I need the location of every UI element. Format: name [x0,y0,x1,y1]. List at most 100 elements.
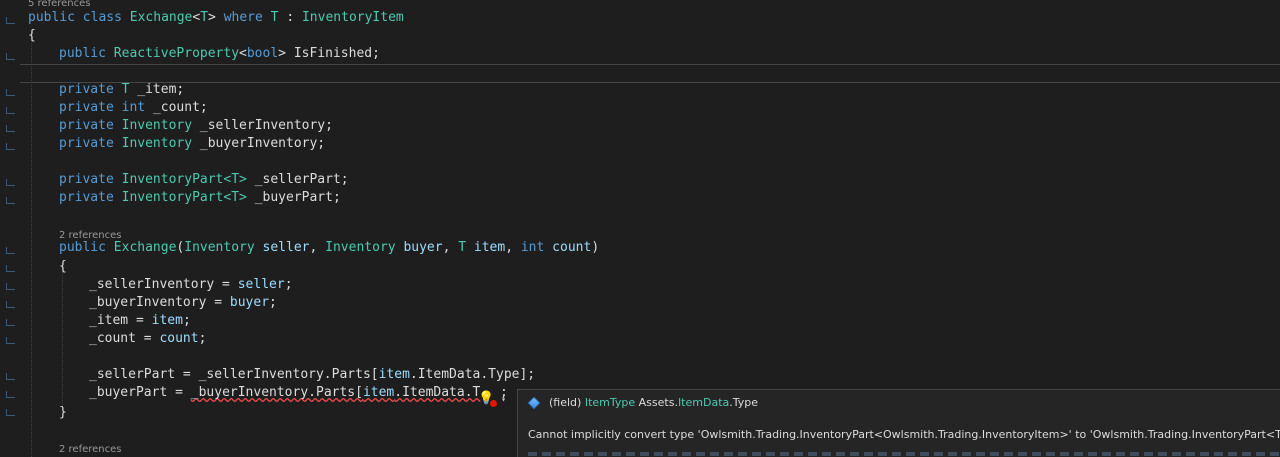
base-type: InventoryItem [301,10,404,25]
code-line-assignment[interactable]: _buyerInventory = buyer; [89,294,277,312]
code-line-field[interactable]: private Inventory _sellerInventory; [59,117,333,135]
operator: = [167,385,191,400]
gutter-marker [6,17,15,24]
type-argument: <T> [223,190,247,205]
quick-info-tooltip: (field) ItemType Assets. ItemData .Type Ca… [517,389,1280,457]
type-name: int [121,100,146,115]
type-name: Inventory [121,118,193,133]
gutter-marker [6,247,15,254]
type-name: Inventory [325,240,396,255]
gutter-marker [6,373,15,380]
editor-gutter [0,0,20,457]
symbol-member: .Type [729,396,759,409]
type-name: Inventory [121,136,193,151]
punctuation: ; [269,295,277,310]
class-name: Exchange [129,10,193,25]
gutter-marker [6,265,15,272]
punctuation: > [208,10,216,25]
constructor-name: Exchange [113,240,177,255]
error-message: Cannot implicitly convert type 'Owlsmith… [528,428,1280,441]
keyword: public [59,240,106,255]
code-line-assignment[interactable]: _count = count; [89,330,206,348]
chevron-down-icon[interactable]: ▾ [501,395,506,404]
gutter-marker [6,197,15,204]
punctuation: < [239,46,247,61]
identifier: _buyerInventory; [199,136,326,151]
code-line-assignment[interactable]: _sellerInventory = seller; [89,276,293,294]
parameter: count [552,240,592,255]
identifier: .ItemData.T [394,385,481,400]
code-line-class-declaration[interactable]: public class Exchange<T> where T : Inven… [28,9,404,27]
current-line-highlight [20,64,1280,83]
error-squiggle[interactable]: _buyerInventory.Parts[item.ItemData.T [191,385,481,400]
identifier: _buyerPart [89,385,168,400]
identifier: _sellerInventory [89,277,215,292]
code-line-field[interactable]: private InventoryPart<T> _buyerPart; [59,189,341,207]
punctuation: ) [591,240,600,255]
punctuation: , [442,240,451,255]
codelens-references[interactable]: 2 references [59,444,122,456]
gutter-marker [6,409,15,416]
code-line-field[interactable]: private Inventory _buyerInventory; [59,135,325,153]
punctuation: , [309,240,318,255]
code-line-assignment[interactable]: _sellerPart = _sellerInventory.Parts[ite… [89,366,535,384]
identifier: _count [89,331,136,346]
type-name: T [458,240,467,255]
parameter: seller [237,277,285,292]
parameter: seller [262,240,310,255]
code-line-field[interactable]: private InventoryPart<T> _sellerPart; [59,171,349,189]
field-icon [527,396,541,409]
code-line-brace[interactable]: { [59,258,67,276]
type-parameter: T [200,10,209,25]
keyword: public [28,10,75,25]
code-line-field[interactable]: private T _item; [59,81,184,99]
keyword: private [59,190,114,205]
identifier: _sellerInventory.Parts[ [198,367,379,382]
type-name: T [121,82,130,97]
punctuation: > [278,46,286,61]
punctuation: ; [198,331,207,346]
quick-info-signature: (field) ItemType Assets. ItemData .Type [527,396,759,409]
identifier: _item; [137,82,185,97]
punctuation: ; [284,277,293,292]
symbol-class[interactable]: ItemData [678,396,729,409]
symbol-type[interactable]: ItemType [585,396,635,409]
lightbulb-error-icon[interactable]: 💡 ▾ [478,391,506,408]
gutter-marker [6,391,15,398]
identifier: IsFinished; [293,46,380,61]
code-line-assignment[interactable]: _item = item; [89,312,191,330]
gutter-marker [6,53,15,60]
identifier: _buyerPart; [254,190,341,205]
punctuation: , [505,240,514,255]
keyword: bool [246,46,279,61]
parameter: item [362,385,395,400]
punctuation: ; [182,313,191,328]
code-line-constructor[interactable]: public Exchange(Inventory seller, Invent… [59,239,599,257]
operator: = [206,295,230,310]
keyword: int [520,240,545,255]
keyword: private [59,82,114,97]
keyword: private [59,118,114,133]
code-line-assignment-error[interactable]: _buyerPart = _buyerInventory.Parts[item.… [89,384,480,402]
tooltip-overflow-text [528,452,1280,456]
code-line-brace[interactable]: { [28,27,36,45]
identifier: _sellerInventory; [199,118,333,133]
identifier: _sellerPart; [254,172,349,187]
code-line-property[interactable]: public ReactiveProperty<bool> IsFinished… [59,45,380,63]
punctuation: : [286,10,295,25]
code-line-brace[interactable]: } [59,404,67,422]
operator: = [175,367,199,382]
gutter-marker [6,89,15,96]
parameter: buyer [229,295,270,310]
gutter-marker [6,319,15,326]
gutter-marker [6,143,15,150]
code-line-field[interactable]: private int _count; [59,99,208,117]
keyword: where [223,10,263,25]
gutter-marker [6,337,15,344]
error-dot-icon [489,398,499,408]
identifier: _buyerInventory.Parts[ [190,385,363,400]
keyword: public [59,46,106,61]
gutter-marker [6,301,15,308]
gutter-marker [6,179,15,186]
parameter: item [151,313,183,328]
